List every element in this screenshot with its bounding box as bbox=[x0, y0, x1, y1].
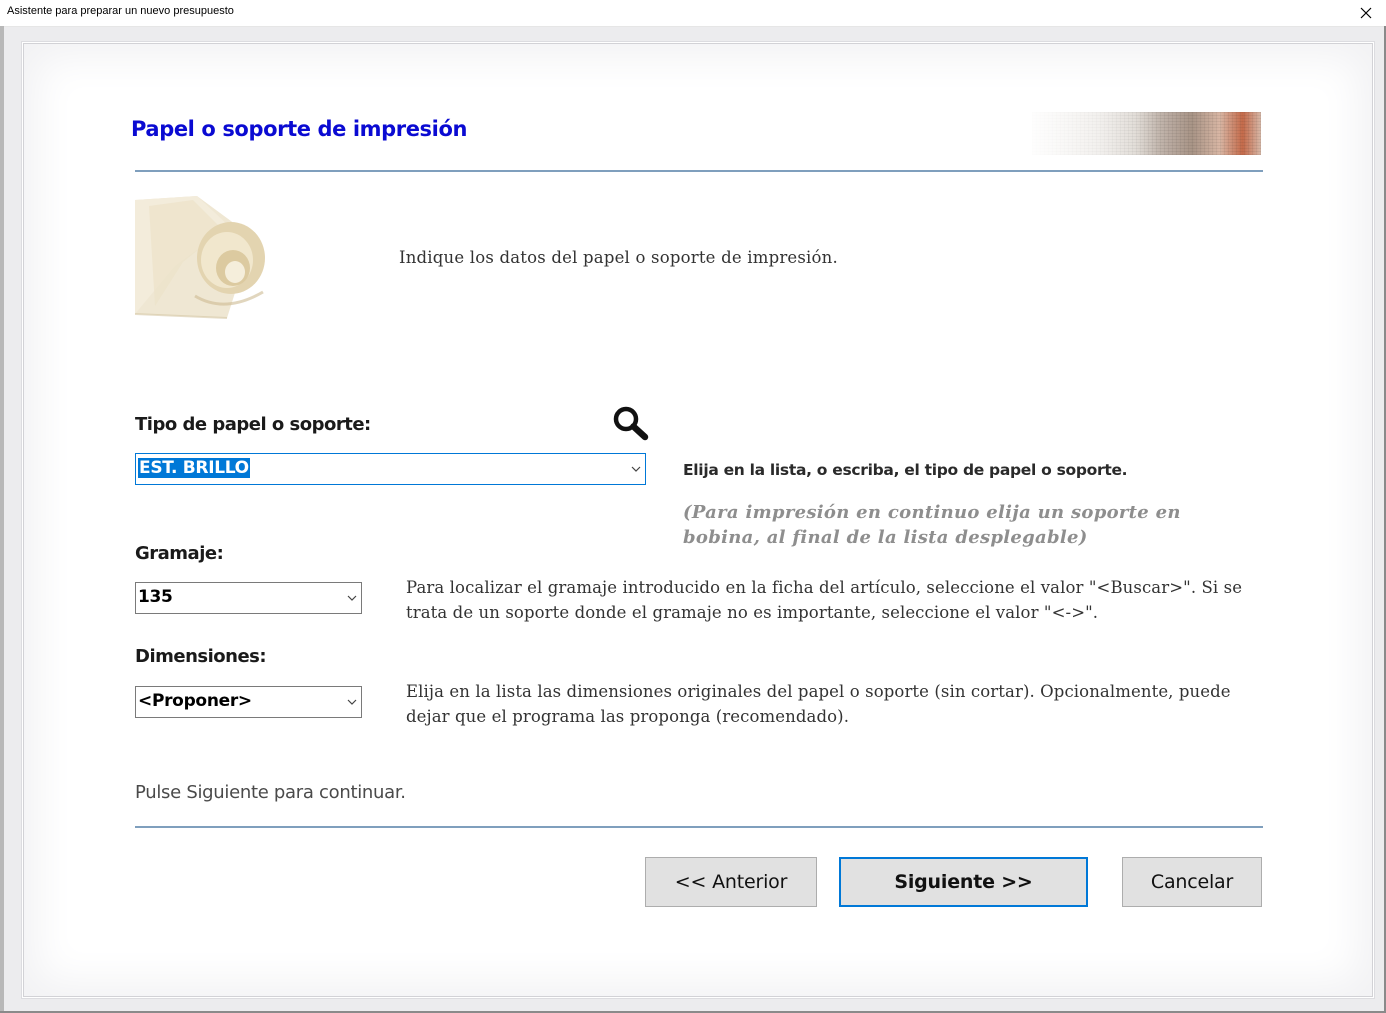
header-divider bbox=[135, 170, 1263, 172]
intro-text: Indique los datos del papel o soporte de… bbox=[399, 248, 838, 267]
previous-button[interactable]: << Anterior bbox=[645, 857, 817, 907]
continue-instruction: Pulse Siguiente para continuar. bbox=[135, 782, 406, 803]
weight-value[interactable]: 135 bbox=[138, 587, 173, 607]
paper-type-hint: Elija en la lista, o escriba, el tipo de… bbox=[683, 461, 1128, 479]
window-title: Asistente para preparar un nuevo presupu… bbox=[7, 5, 234, 17]
weight-label: Gramaje: bbox=[135, 543, 224, 564]
chevron-down-icon[interactable] bbox=[347, 698, 357, 706]
next-button[interactable]: Siguiente >> bbox=[839, 857, 1088, 907]
title-bar: Asistente para preparar un nuevo presupu… bbox=[0, 0, 1386, 27]
paper-type-note: (Para impresión en continuo elija un sop… bbox=[683, 502, 1181, 548]
weight-combobox[interactable]: 135 bbox=[135, 582, 362, 614]
chevron-down-icon[interactable] bbox=[631, 465, 641, 473]
chevron-down-icon[interactable] bbox=[347, 594, 357, 602]
paper-type-value[interactable]: EST. BRILLO bbox=[138, 458, 250, 478]
dimensions-label: Dimensiones: bbox=[135, 646, 267, 667]
paper-type-label: Tipo de papel o soporte: bbox=[135, 414, 371, 435]
dimensions-description: Elija en la lista las dimensiones origin… bbox=[406, 682, 1231, 726]
paper-texture-banner bbox=[1032, 112, 1261, 155]
dimensions-value[interactable]: <Proponer> bbox=[138, 691, 252, 711]
paper-type-combobox[interactable]: EST. BRILLO bbox=[135, 453, 646, 485]
footer-divider bbox=[135, 826, 1263, 828]
cancel-button[interactable]: Cancelar bbox=[1122, 857, 1262, 907]
dimensions-combobox[interactable]: <Proponer> bbox=[135, 686, 362, 718]
close-icon bbox=[1360, 7, 1372, 19]
close-button[interactable] bbox=[1352, 2, 1380, 24]
page-title: Papel o soporte de impresión bbox=[131, 117, 468, 141]
search-icon[interactable] bbox=[612, 405, 650, 441]
weight-description: Para localizar el gramaje introducido en… bbox=[406, 578, 1243, 622]
rolled-paper-image bbox=[135, 196, 265, 319]
